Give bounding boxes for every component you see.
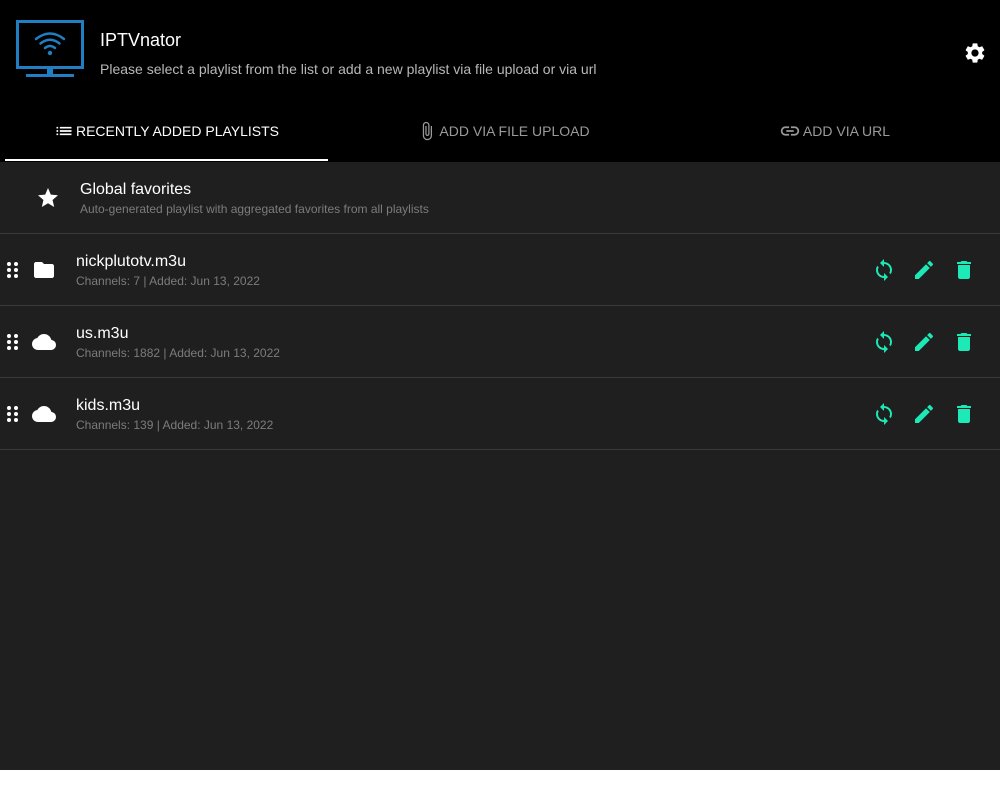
delete-button[interactable] xyxy=(952,258,976,282)
edit-icon xyxy=(915,404,934,423)
edit-button[interactable] xyxy=(912,330,936,354)
tab-file-upload[interactable]: ADD VIA FILE UPLOAD xyxy=(338,100,669,162)
drag-handle-icon[interactable] xyxy=(4,333,22,351)
delete-icon xyxy=(957,405,971,423)
delete-icon xyxy=(957,333,971,351)
app-root: IPTVnator Please select a playlist from … xyxy=(0,0,1000,770)
playlist-title: us.m3u xyxy=(76,325,129,342)
edit-button[interactable] xyxy=(912,402,936,426)
gear-icon xyxy=(965,43,985,63)
tab-bar: RECENTLY ADDED PLAYLISTS ADD VIA FILE UP… xyxy=(0,100,1000,162)
tab-url[interactable]: ADD VIA URL xyxy=(669,100,1000,162)
edit-icon xyxy=(915,260,934,279)
playlist-meta: Channels: 139 | Added: Jun 13, 2022 xyxy=(76,418,274,432)
folder-icon xyxy=(32,258,56,282)
refresh-button[interactable] xyxy=(872,402,896,426)
playlist-meta: Channels: 7 | Added: Jun 13, 2022 xyxy=(76,274,260,288)
delete-button[interactable] xyxy=(952,402,976,426)
tab-label: ADD VIA FILE UPLOAD xyxy=(439,123,590,139)
tv-logo-icon xyxy=(16,20,84,80)
edit-icon xyxy=(915,332,934,351)
list-icon xyxy=(54,121,74,141)
app-header: IPTVnator Please select a playlist from … xyxy=(0,0,1000,100)
settings-button[interactable] xyxy=(960,38,990,68)
delete-icon xyxy=(957,261,971,279)
playlist-meta: Channels: 1882 | Added: Jun 13, 2022 xyxy=(76,346,280,360)
tab-recently-added[interactable]: RECENTLY ADDED PLAYLISTS xyxy=(5,100,328,162)
playlist-title: nickplutotv.m3u xyxy=(76,253,186,270)
cloud-icon xyxy=(32,330,56,354)
cloud-icon xyxy=(32,402,56,426)
app-title: IPTVnator xyxy=(100,30,182,50)
favorites-description: Auto-generated playlist with aggregated … xyxy=(80,202,429,216)
playlist-item[interactable]: nickplutotv.m3u Channels: 7 | Added: Jun… xyxy=(0,234,1000,306)
star-icon xyxy=(36,186,60,210)
refresh-icon xyxy=(876,259,892,281)
paperclip-icon xyxy=(417,119,437,143)
delete-button[interactable] xyxy=(952,330,976,354)
playlist-item[interactable]: kids.m3u Channels: 139 | Added: Jun 13, … xyxy=(0,378,1000,450)
refresh-icon xyxy=(876,403,892,425)
favorites-title: Global favorites xyxy=(80,181,192,198)
drag-handle-icon[interactable] xyxy=(4,261,22,279)
tab-label: ADD VIA URL xyxy=(802,123,891,139)
playlist-title: kids.m3u xyxy=(76,397,141,414)
app-subtitle: Please select a playlist from the list o… xyxy=(100,61,597,77)
refresh-button[interactable] xyxy=(872,258,896,282)
global-favorites-item[interactable]: Global favorites Auto-generated playlist… xyxy=(0,162,1000,234)
drag-handle-icon[interactable] xyxy=(4,405,22,423)
refresh-icon xyxy=(876,331,892,353)
tab-label: RECENTLY ADDED PLAYLISTS xyxy=(75,123,280,139)
active-tab-indicator xyxy=(5,159,328,161)
link-icon xyxy=(779,120,801,142)
refresh-button[interactable] xyxy=(872,330,896,354)
edit-button[interactable] xyxy=(912,258,936,282)
playlist-item[interactable]: us.m3u Channels: 1882 | Added: Jun 13, 2… xyxy=(0,306,1000,378)
